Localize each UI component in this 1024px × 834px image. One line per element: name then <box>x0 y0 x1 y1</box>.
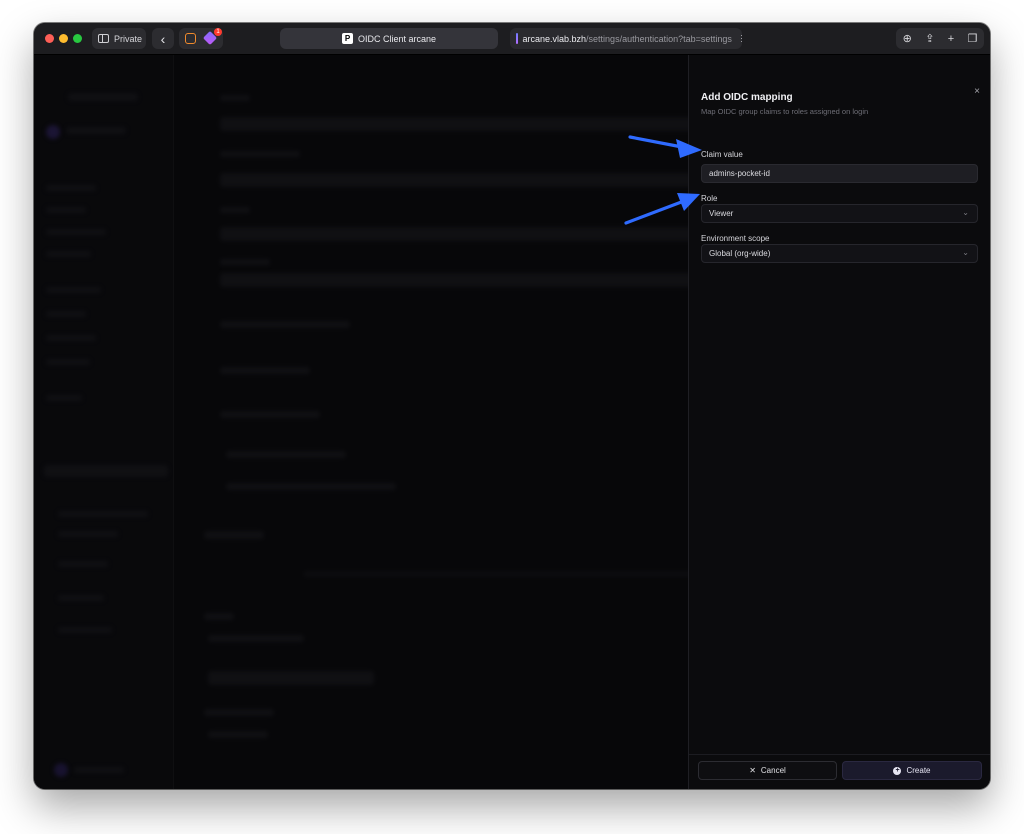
zoom-window-button[interactable] <box>73 34 82 43</box>
back-button[interactable]: ‹ <box>152 28 174 49</box>
environment-scope-select[interactable]: Global (org-wide) ⌄ <box>701 244 978 263</box>
drawer-footer: ✕ Cancel + Create <box>689 754 990 789</box>
extension-icon[interactable] <box>185 33 196 44</box>
sidebar-icon <box>98 34 109 43</box>
favicon-icon: P <box>341 33 353 44</box>
sidebar-toggle-button[interactable]: Private <box>92 28 146 49</box>
drawer-title: Add OIDC mapping <box>701 92 793 103</box>
role-label: Role <box>701 194 718 203</box>
download-icon[interactable]: ⊕ <box>903 32 912 45</box>
scope-selected-value: Global (org-wide) <box>709 249 771 258</box>
extension-badge: 1 <box>214 28 222 36</box>
site-favicon-icon <box>516 33 518 44</box>
plus-circle-icon: + <box>893 766 902 775</box>
url-path: /settings/authentication?tab=settings <box>586 33 732 44</box>
tab-title: OIDC Client arcane <box>357 33 437 44</box>
tab-overview-icon[interactable]: ❐ <box>967 32 977 45</box>
drawer-subtitle: Map OIDC group claims to roles assigned … <box>701 107 869 116</box>
create-label: Create <box>906 766 931 775</box>
claim-value-input[interactable]: admins-pocket-id <box>701 164 978 183</box>
role-selected-value: Viewer <box>709 209 734 218</box>
reader-icon[interactable] <box>740 35 742 42</box>
share-icon[interactable]: ⇪ <box>925 32 934 45</box>
cancel-label: Cancel <box>760 766 786 775</box>
close-window-button[interactable] <box>45 34 54 43</box>
chevron-down-icon: ⌄ <box>962 208 969 217</box>
add-oidc-mapping-drawer: × Add OIDC mapping Map OIDC group claims… <box>688 55 990 789</box>
tab-oidc-client[interactable]: P OIDC Client arcane <box>280 28 498 49</box>
url-host: arcane.vlab.bzh <box>522 33 587 44</box>
environment-scope-label: Environment scope <box>701 234 770 243</box>
extensions-group: 1 <box>179 28 223 49</box>
toolbar-actions: ⊕ ⇪ + ❐ <box>896 28 984 49</box>
address-bar[interactable]: arcane.vlab.bzh/settings/authentication?… <box>510 28 742 49</box>
close-drawer-button[interactable]: × <box>974 86 980 97</box>
role-select[interactable]: Viewer ⌄ <box>701 204 978 223</box>
close-icon: ✕ <box>749 766 756 775</box>
minimize-window-button[interactable] <box>59 34 68 43</box>
chevron-down-icon: ⌄ <box>962 248 969 257</box>
browser-window: Private ‹ 1 P OIDC Client arcane arcane.… <box>34 23 990 789</box>
browser-toolbar: Private ‹ 1 P OIDC Client arcane arcane.… <box>34 23 990 55</box>
private-label: Private <box>114 33 143 44</box>
claim-value-text: admins-pocket-id <box>709 169 770 178</box>
claim-value-label: Claim value <box>701 150 743 159</box>
chevron-left-icon: ‹ <box>160 30 166 47</box>
new-tab-icon[interactable]: + <box>948 33 954 45</box>
create-button[interactable]: + Create <box>842 761 982 780</box>
cancel-button[interactable]: ✕ Cancel <box>698 761 837 780</box>
